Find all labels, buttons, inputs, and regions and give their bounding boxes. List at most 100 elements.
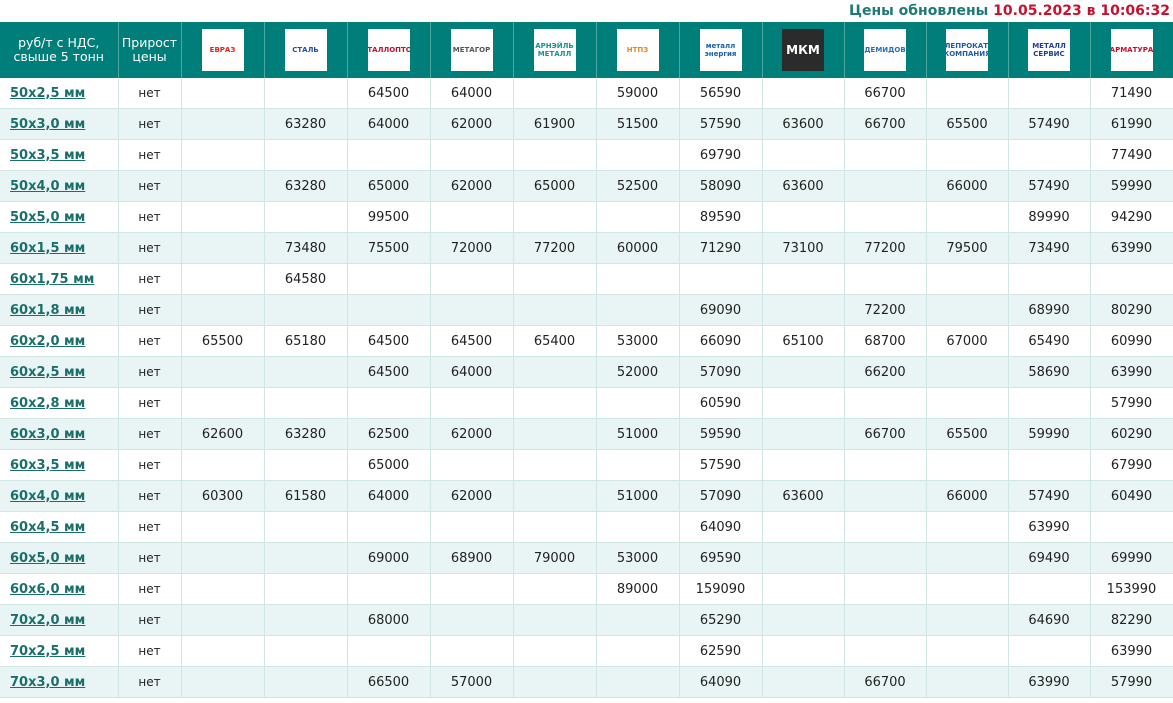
price-cell: [264, 449, 348, 481]
price-cell: 153990: [1090, 573, 1173, 605]
size-link[interactable]: 60х3,5 мм: [10, 458, 85, 473]
price-cell: 52500: [596, 170, 680, 202]
table-row: 60х3,0 мм нет 62600 63280 62500 62000 51000 595…: [0, 418, 1173, 450]
size-link[interactable]: 50х4,0 мм: [10, 179, 85, 194]
price-cell: 62590: [679, 635, 763, 667]
price-cell: 52000: [596, 356, 680, 388]
price-cell: [596, 635, 680, 667]
price-cell: [264, 78, 348, 109]
price-cell: 66700: [844, 418, 927, 450]
price-cell: [762, 263, 845, 295]
size-link[interactable]: 50х5,0 мм: [10, 210, 85, 225]
price-cell: 56590: [679, 78, 763, 109]
size-link[interactable]: 60х2,8 мм: [10, 396, 85, 411]
price-cell: 63280: [264, 108, 348, 140]
supplier-header-metagor[interactable]: МЕТАГОР: [430, 22, 514, 78]
price-cell: 73480: [264, 232, 348, 264]
growth-cell: нет: [118, 294, 182, 326]
price-cell: 67990: [1090, 449, 1173, 481]
price-cell: [347, 635, 431, 667]
price-cell: 77200: [513, 232, 597, 264]
price-cell: 60590: [679, 387, 763, 419]
size-cell: 50х3,0 мм: [0, 108, 119, 140]
size-link[interactable]: 60х2,0 мм: [10, 334, 85, 349]
supplier-header-metalloptorg[interactable]: МЕТАЛЛОПТОРГ: [347, 22, 431, 78]
size-link[interactable]: 50х3,0 мм: [10, 117, 85, 132]
price-cell: [513, 511, 597, 543]
price-cell: 60300: [181, 480, 265, 512]
price-cell: 57590: [679, 449, 763, 481]
size-link[interactable]: 60х3,0 мм: [10, 427, 85, 442]
size-link[interactable]: 60х1,5 мм: [10, 241, 85, 256]
price-cell: 64500: [347, 356, 431, 388]
price-cell: [430, 139, 514, 171]
size-cell: 60х2,8 мм: [0, 387, 119, 419]
price-cell: [844, 480, 927, 512]
mkm-logo-icon: МКМ: [782, 29, 824, 71]
supplier-header-stal[interactable]: СТАЛЬ: [264, 22, 348, 78]
price-cell: 61900: [513, 108, 597, 140]
size-link[interactable]: 60х2,5 мм: [10, 365, 85, 380]
price-cell: 63990: [1008, 666, 1091, 698]
growth-cell: нет: [118, 418, 182, 450]
supplier-header-company[interactable]: СТАЛЕПРОКАТНАЯ КОМПАНИЯ: [926, 22, 1009, 78]
supplier-header-arneil[interactable]: АРНЭЙЛЬ МЕТАЛЛ: [513, 22, 597, 78]
supplier-header-evraz[interactable]: ЕВРАЗ: [181, 22, 265, 78]
price-cell: [926, 511, 1009, 543]
size-link[interactable]: 70х2,0 мм: [10, 613, 85, 628]
size-link[interactable]: 60х1,8 мм: [10, 303, 85, 318]
supplier-header-mkm[interactable]: МКМ: [762, 22, 845, 78]
supplier-logo-text: МКМ: [786, 42, 820, 57]
price-cell: [181, 449, 265, 481]
size-link[interactable]: 60х5,0 мм: [10, 551, 85, 566]
supplier-header-demidov[interactable]: ДЕМИДОВ: [844, 22, 927, 78]
growth-cell: нет: [118, 170, 182, 202]
price-cell: [513, 139, 597, 171]
price-cell: [513, 263, 597, 295]
price-cell: 71490: [1090, 78, 1173, 109]
price-cell: [926, 666, 1009, 698]
price-cell: [181, 387, 265, 419]
price-cell: 68700: [844, 325, 927, 357]
supplier-header-armatura[interactable]: АРМАТУРА: [1090, 22, 1173, 78]
supplier-header-metall-energiya[interactable]: металл энергия: [679, 22, 763, 78]
price-cell: [762, 666, 845, 698]
size-link[interactable]: 70х3,0 мм: [10, 675, 85, 690]
price-cell: 65400: [513, 325, 597, 357]
ntpz-logo-icon: НТПЗ: [616, 29, 659, 71]
supplier-logo-text: ЕВРАЗ: [209, 46, 236, 54]
size-link[interactable]: 60х1,75 мм: [10, 272, 94, 287]
price-cell: 59990: [1090, 170, 1173, 202]
price-cell: [430, 294, 514, 326]
price-cell: 66700: [844, 108, 927, 140]
size-link[interactable]: 60х4,0 мм: [10, 489, 85, 504]
demidov-logo-icon: ДЕМИДОВ: [864, 29, 906, 71]
price-cell: 64500: [347, 325, 431, 357]
price-cell: 57990: [1090, 387, 1173, 419]
price-cell: 51000: [596, 480, 680, 512]
price-cell: 94290: [1090, 201, 1173, 233]
price-cell: 64090: [679, 511, 763, 543]
size-link[interactable]: 50х3,5 мм: [10, 148, 85, 163]
size-link[interactable]: 60х4,5 мм: [10, 520, 85, 535]
size-link[interactable]: 50х2,5 мм: [10, 86, 85, 101]
price-cell: 65000: [347, 449, 431, 481]
price-cell: [762, 387, 845, 419]
price-cell: 64000: [430, 356, 514, 388]
price-cell: 62500: [347, 418, 431, 450]
supplier-header-ntpz[interactable]: НТПЗ: [596, 22, 680, 78]
price-cell: [181, 356, 265, 388]
price-cell: [430, 573, 514, 605]
size-link[interactable]: 60х6,0 мм: [10, 582, 85, 597]
table-row: 60х5,0 мм нет 69000 68900 79000 53000 69590 694…: [0, 542, 1173, 574]
price-cell: [1008, 78, 1091, 109]
price-cell: 63600: [762, 108, 845, 140]
supplier-header-metallservis[interactable]: МЕТАЛЛ СЕРВИС: [1008, 22, 1091, 78]
table-row: 60х4,0 мм нет 60300 61580 64000 62000 51000 570…: [0, 480, 1173, 512]
price-cell: 63280: [264, 418, 348, 450]
size-link[interactable]: 70х2,5 мм: [10, 644, 85, 659]
price-cell: 63280: [264, 170, 348, 202]
price-cell: 89990: [1008, 201, 1091, 233]
size-cell: 60х1,75 мм: [0, 263, 119, 295]
price-cell: 89590: [679, 201, 763, 233]
